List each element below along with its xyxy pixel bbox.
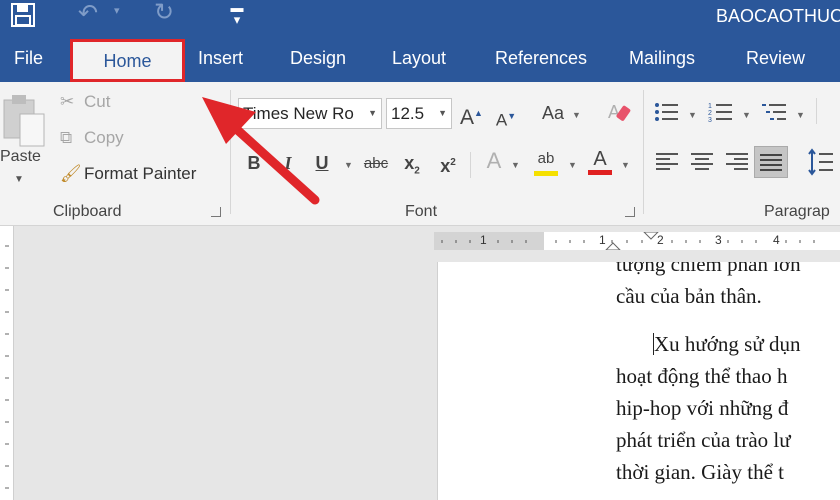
justify-button[interactable] [754,146,788,178]
paste-button[interactable]: Paste [0,148,41,166]
document-page[interactable]: tượng chiếm phần lớn cầu của bản thân. X… [437,262,840,500]
group-divider [816,98,817,124]
scissors-icon: ✂ [60,92,75,111]
text-line: hoạt động thể thao h [616,364,788,388]
tab-home[interactable]: Home [70,39,185,82]
tab-layout[interactable]: Layout [392,48,446,69]
document-body[interactable]: tượng chiếm phần lớn cầu của bản thân. X… [616,262,840,488]
undo-icon[interactable]: ↶ [78,2,106,26]
justify-icon [760,154,782,171]
text-line: thời gian. Giày thể t [616,460,784,484]
chevron-down-icon: ▼ [438,108,447,118]
text-line: hip-hop với những đ [616,396,789,420]
group-divider [470,152,471,178]
text-line: cầu của bản thân. [616,284,762,308]
highlight-button[interactable]: ab [534,148,558,176]
text-line: phát triển của trào lư [616,428,791,452]
undo-dropdown-icon[interactable]: ▾ [114,4,120,17]
font-launcher-icon[interactable] [625,207,635,217]
subscript-button[interactable]: x2 [400,152,424,183]
clipboard-group-label: Clipboard [53,203,122,220]
save-icon[interactable] [10,3,36,27]
chevron-down-icon[interactable]: ▼ [742,110,751,120]
text-line: Xu hướng sử dụn [653,332,801,356]
ruler-number: 4 [773,233,780,247]
cut-button[interactable]: ✂ Cut [60,92,110,112]
copy-icon: ⧉ [60,128,73,147]
font-size-value: 12.5 [391,104,425,123]
text-effects-button[interactable]: A [482,150,506,172]
copy-button[interactable]: ⧉ Copy [60,128,124,148]
align-right-icon[interactable] [726,152,748,170]
font-name-value: Times New Ro [243,104,354,123]
paintbrush-icon: 🖌 [60,164,82,183]
bullets-icon[interactable] [654,101,680,123]
chevron-down-icon[interactable]: ▼ [344,160,353,170]
chevron-down-icon[interactable]: ▼ [621,160,630,170]
redo-icon[interactable]: ↻ [154,1,174,25]
superscript-button[interactable]: x2 [436,152,460,177]
align-left-icon[interactable] [656,152,678,170]
ruler-number: 1 [599,233,606,247]
font-name-combo[interactable]: Times New Ro ▼ [238,98,382,129]
chevron-down-icon: ▼ [368,108,377,118]
chevron-down-icon[interactable]: ▼ [688,110,697,120]
font-size-combo[interactable]: 12.5 ▼ [386,98,452,129]
font-color-swatch [588,170,612,175]
line-spacing-icon[interactable] [808,148,834,176]
tab-file[interactable]: File [14,48,43,69]
ruler-number: 2 [657,233,664,247]
font-color-button[interactable]: A [588,148,612,175]
change-case-button[interactable]: Aa [538,102,568,124]
grow-font-button[interactable]: A▲ [460,102,483,129]
ruler-number: 3 [715,233,722,247]
numbering-icon[interactable]: 1 2 3 [708,101,734,123]
document-title: BAOCAOTHUC [716,6,840,26]
tab-design[interactable]: Design [290,48,346,69]
tab-review[interactable]: Review [746,48,805,69]
ribbon: Paste ▼ ✂ Cut ⧉ Copy 🖌 Format Painter Clipb… [0,82,840,226]
vertical-ruler-ticks [5,245,9,489]
multilevel-list-icon[interactable] [762,101,788,123]
shrink-font-button[interactable]: A▼ [495,105,517,132]
svg-text:A: A [608,102,620,122]
chevron-down-icon[interactable]: ▼ [568,160,577,170]
strikethrough-button[interactable]: abc [362,153,390,175]
chevron-down-icon[interactable]: ▼ [796,110,805,120]
format-painter-button[interactable]: 🖌 Format Painter [60,164,196,184]
customize-qat-icon[interactable]: ▬ ▾ [229,1,245,26]
tab-mailings[interactable]: Mailings [629,48,695,69]
svg-text:3: 3 [708,117,712,123]
italic-button[interactable]: I [280,152,296,174]
group-divider [230,90,231,214]
chevron-down-icon[interactable]: ▼ [511,160,520,170]
paragraph-group-label: Paragrap [764,203,830,220]
group-divider [643,90,644,214]
paste-icon[interactable] [2,92,46,148]
vertical-ruler[interactable] [0,226,14,500]
chevron-down-icon[interactable]: ▼ [572,110,581,120]
tab-insert[interactable]: Insert [198,48,243,69]
clear-formatting-icon[interactable]: A [606,98,634,126]
svg-text:1: 1 [708,103,712,110]
highlight-color-swatch [534,171,558,176]
clipboard-launcher-icon[interactable] [211,207,221,217]
text-line: tượng chiếm phần lớn [616,262,801,276]
tab-references[interactable]: References [495,48,587,69]
bold-button[interactable]: B [244,152,264,174]
cut-label: Cut [84,92,111,111]
paste-dropdown-icon[interactable]: ▼ [14,174,24,185]
align-center-icon[interactable] [691,152,713,170]
copy-label: Copy [84,128,124,147]
ruler-number: 1 [480,233,487,247]
font-group-label: Font [405,203,438,220]
horizontal-ruler[interactable]: 1 1 2 3 4 [434,232,840,250]
svg-text:2: 2 [708,110,712,117]
underline-button[interactable]: U [313,152,331,174]
format-painter-label: Format Painter [84,164,197,183]
